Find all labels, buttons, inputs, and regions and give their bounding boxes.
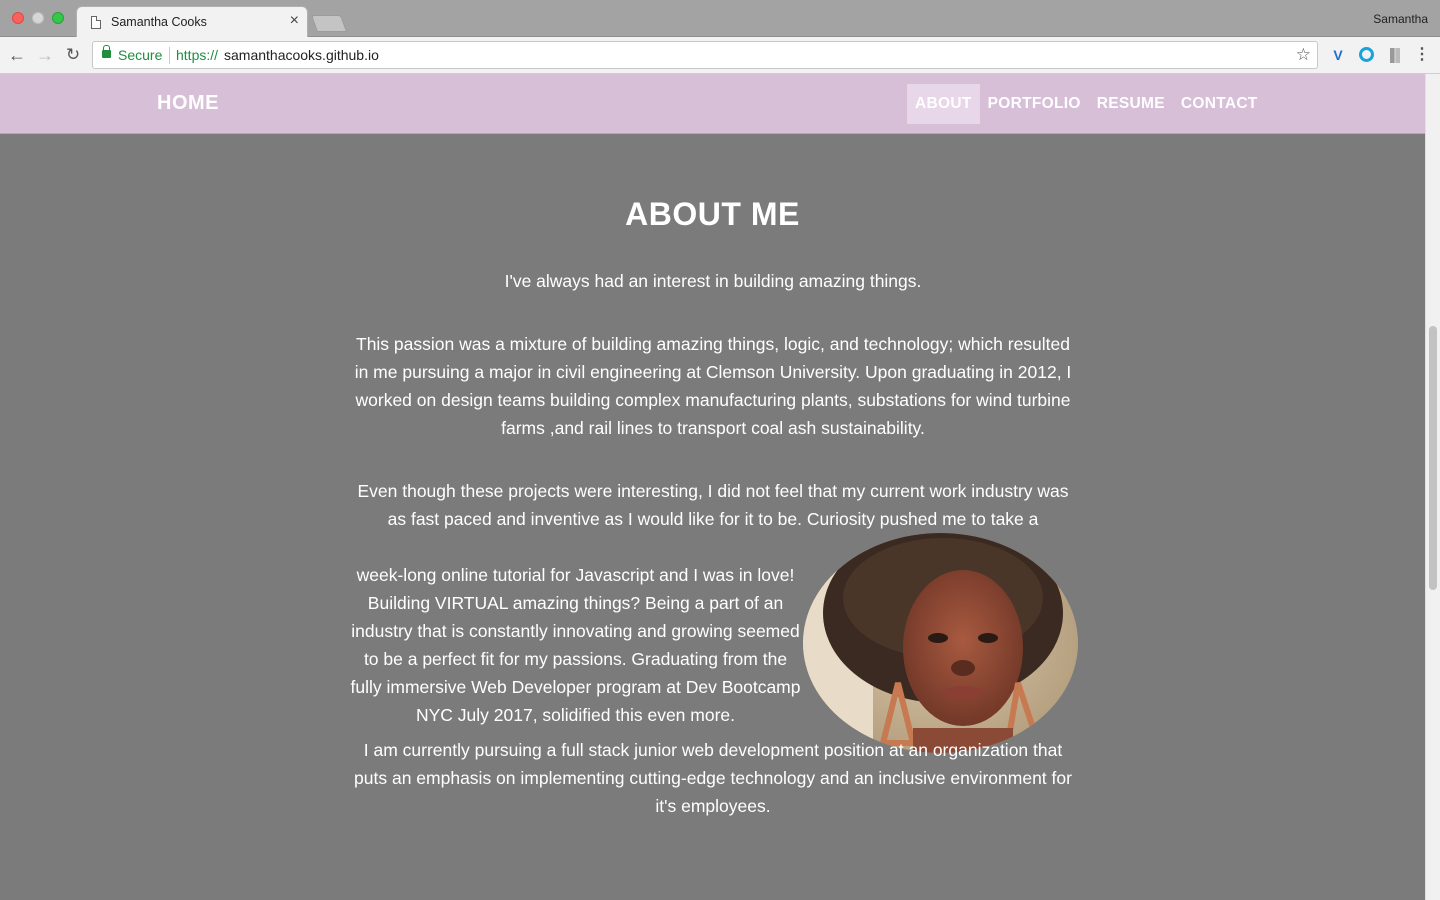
nav-link-portfolio[interactable]: PORTFOLIO: [980, 84, 1089, 124]
browser-tab[interactable]: Samantha Cooks ×: [76, 6, 308, 38]
bookmark-star-icon[interactable]: ☆: [1296, 45, 1311, 65]
about-paragraph-3: Even though these projects were interest…: [357, 481, 1069, 529]
reload-icon[interactable]: ↻: [62, 44, 84, 66]
nav-link-resume[interactable]: RESUME: [1089, 84, 1173, 124]
scrollbar-thumb[interactable]: [1429, 326, 1437, 590]
nav-links: ABOUT PORTFOLIO RESUME CONTACT: [907, 84, 1266, 124]
browser-toolbar: ← → ↻ Secure https:// samanthacooks.gith…: [0, 37, 1440, 74]
about-title: ABOUT ME: [625, 196, 800, 232]
address-bar[interactable]: Secure https:// samanthacooks.github.io …: [92, 41, 1318, 69]
url-divider: [169, 47, 170, 64]
url-scheme: https://: [176, 47, 219, 63]
url-host: samanthacooks.github.io: [224, 47, 379, 63]
nav-link-about[interactable]: ABOUT: [907, 84, 980, 124]
forward-icon[interactable]: →: [34, 44, 56, 66]
about-paragraph-2: This passion was a mixture of building a…: [354, 334, 1072, 438]
extension-bars-icon[interactable]: [1385, 45, 1405, 65]
lock-icon: [102, 45, 111, 58]
page-icon: [91, 16, 101, 29]
page-scrollbar[interactable]: [1425, 74, 1440, 900]
nav-link-contact[interactable]: CONTACT: [1173, 84, 1266, 124]
maximize-window-button[interactable]: [52, 12, 64, 24]
about-paragraph-3-continued: week-long online tutorial for Javascript…: [350, 565, 801, 725]
nav-home-link[interactable]: HOME: [157, 92, 219, 115]
site-navbar: HOME ABOUT PORTFOLIO RESUME CONTACT: [0, 74, 1425, 134]
more-vert-icon[interactable]: ⋮: [1412, 45, 1432, 65]
profile-photo-illustration: [803, 533, 1078, 753]
back-icon[interactable]: ←: [6, 44, 28, 66]
extension-circle-icon[interactable]: [1356, 45, 1376, 65]
profile-name[interactable]: Samantha: [1373, 12, 1428, 26]
about-paragraph-4: I am currently pursuing a full stack jun…: [354, 740, 1072, 816]
tab-title: Samantha Cooks: [111, 15, 207, 29]
close-tab-icon[interactable]: ×: [290, 12, 299, 30]
profile-photo: [803, 533, 1078, 753]
close-window-button[interactable]: [12, 12, 24, 24]
browser-titlebar: Samantha Cooks × Samantha: [0, 0, 1440, 38]
new-tab-button[interactable]: [310, 15, 348, 32]
page-viewport: HOME ABOUT PORTFOLIO RESUME CONTACT ABOU…: [0, 74, 1425, 900]
extension-v-icon[interactable]: V: [1328, 45, 1348, 65]
secure-label: Secure: [118, 47, 163, 63]
minimize-window-button[interactable]: [32, 12, 44, 24]
about-paragraph-1: I've always had an interest in building …: [504, 271, 922, 291]
